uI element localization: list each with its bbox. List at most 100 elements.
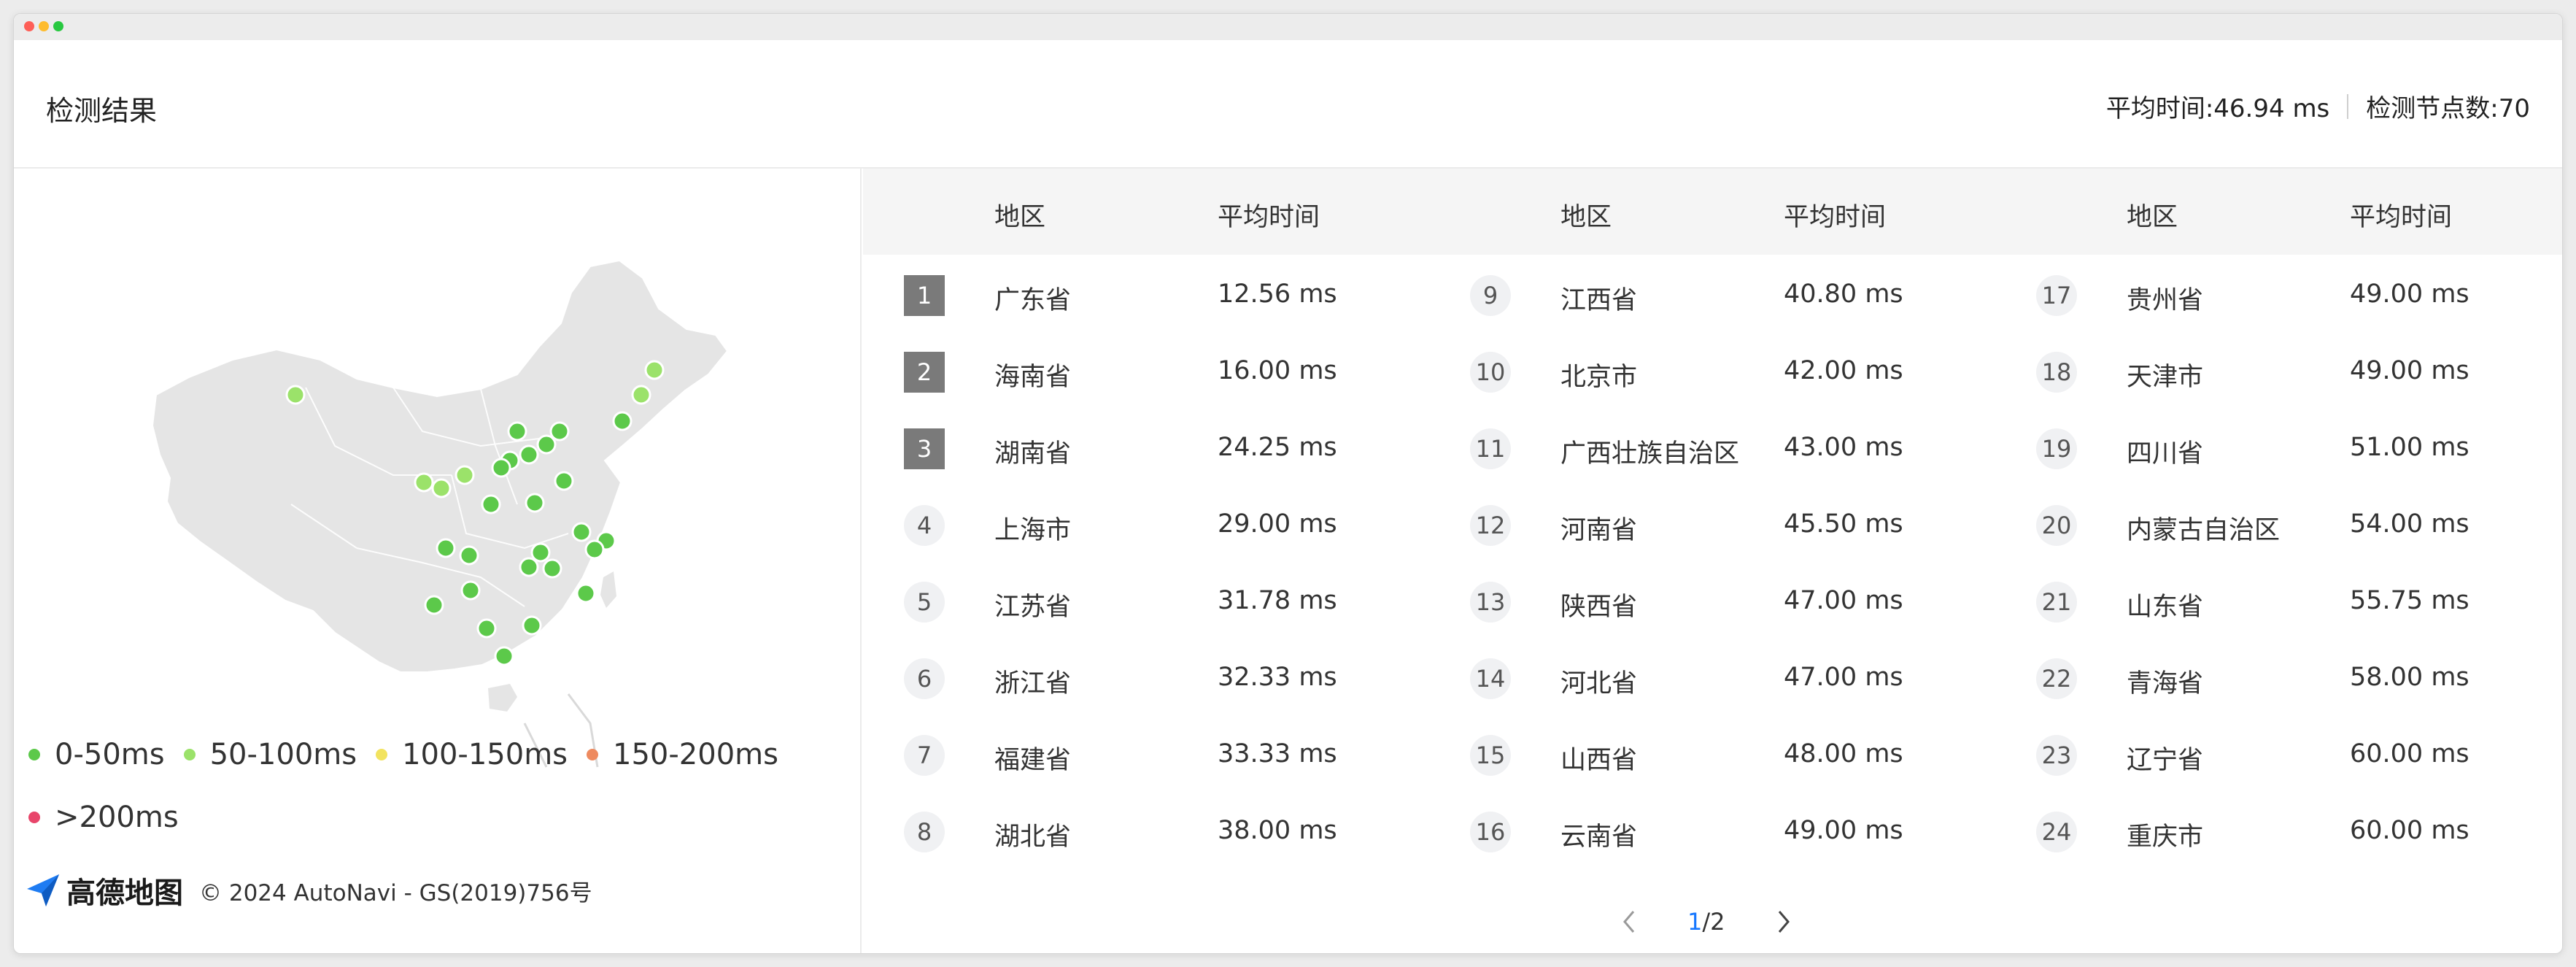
latency-point[interactable] bbox=[549, 421, 570, 442]
average-time: 12.56 ms bbox=[1218, 280, 1337, 309]
rank-badge: 12 bbox=[1470, 505, 1511, 546]
table-row: 21 山东省 55.75 ms bbox=[2036, 561, 2561, 638]
latency-point[interactable] bbox=[460, 580, 481, 601]
latency-point[interactable] bbox=[285, 385, 306, 405]
average-time-stat: 平均时间:46.94 ms bbox=[2105, 94, 2330, 123]
latency-point[interactable] bbox=[576, 583, 596, 604]
average-time: 48.00 ms bbox=[1784, 739, 1903, 768]
table-row: 14 河北省 47.00 ms bbox=[1470, 638, 1995, 714]
latency-point[interactable] bbox=[491, 458, 511, 478]
next-page-button[interactable] bbox=[1769, 907, 1798, 936]
region-name: 贵州省 bbox=[2127, 286, 2204, 315]
average-time: 58.00 ms bbox=[2350, 663, 2469, 692]
legend-dot-orange bbox=[587, 749, 599, 760]
legend-item-100-150[interactable]: 100-150ms bbox=[376, 738, 568, 771]
column-header-average-time: 平均时间 bbox=[1784, 203, 1887, 232]
table-row: 6 浙江省 32.33 ms bbox=[904, 638, 1429, 714]
legend-item-0-50[interactable]: 0-50ms bbox=[28, 738, 165, 771]
result-header: 检测结果 平均时间:46.94 ms 检测节点数:70 bbox=[14, 40, 2562, 169]
table-row: 9 江西省 40.80 ms bbox=[1470, 255, 1995, 331]
rank-badge: 14 bbox=[1470, 658, 1511, 699]
average-time: 24.25 ms bbox=[1218, 433, 1337, 462]
latency-point[interactable] bbox=[424, 595, 444, 615]
average-time: 49.00 ms bbox=[2350, 356, 2469, 385]
rank-badge: 23 bbox=[2036, 735, 2077, 776]
minimize-window-button[interactable] bbox=[39, 21, 49, 31]
close-window-button[interactable] bbox=[24, 21, 34, 31]
previous-page-button[interactable] bbox=[1614, 907, 1644, 936]
latency-point[interactable] bbox=[522, 615, 542, 636]
china-latency-map[interactable] bbox=[14, 169, 862, 825]
rank-badge: 2 bbox=[904, 352, 945, 393]
table-row: 18 天津市 49.00 ms bbox=[2036, 331, 2561, 408]
region-name: 江苏省 bbox=[994, 593, 1072, 622]
hainan-island bbox=[488, 684, 517, 712]
latency-point[interactable] bbox=[612, 411, 633, 431]
legend-item-200-plus[interactable]: >200ms bbox=[28, 801, 179, 834]
region-name: 陕西省 bbox=[1560, 593, 1638, 622]
latency-point[interactable] bbox=[431, 478, 452, 498]
average-time: 49.00 ms bbox=[2350, 280, 2469, 309]
latency-point[interactable] bbox=[525, 493, 545, 513]
latency-point[interactable] bbox=[481, 494, 501, 515]
amap-logo-text: 高德地图 bbox=[66, 877, 183, 910]
rank-badge: 16 bbox=[1470, 812, 1511, 852]
table-row: 11 广西壮族自治区 43.00 ms bbox=[1470, 408, 1995, 485]
rank-badge: 11 bbox=[1470, 428, 1511, 469]
latency-point[interactable] bbox=[542, 558, 562, 579]
table-row: 4 上海市 29.00 ms bbox=[904, 485, 1429, 561]
chevron-right-icon bbox=[1778, 911, 1790, 933]
total-pages: /2 bbox=[1702, 908, 1725, 936]
region-name: 北京市 bbox=[1560, 363, 1638, 392]
region-name: 湖南省 bbox=[994, 439, 1072, 469]
latency-point[interactable] bbox=[519, 444, 539, 465]
column-header-average-time: 平均时间 bbox=[2350, 203, 2453, 232]
latency-point[interactable] bbox=[436, 538, 456, 558]
region-name: 江西省 bbox=[1560, 286, 1638, 315]
table-row: 2 海南省 16.00 ms bbox=[904, 331, 1429, 408]
legend-label: 0-50ms bbox=[55, 738, 165, 771]
legend-dot-green bbox=[28, 749, 40, 760]
rank-badge: 4 bbox=[904, 505, 945, 546]
latency-point[interactable] bbox=[414, 472, 434, 493]
latency-point[interactable] bbox=[584, 539, 605, 560]
region-name: 四川省 bbox=[2127, 439, 2204, 469]
column-header-region: 地区 bbox=[2127, 203, 2178, 232]
latency-point[interactable] bbox=[476, 618, 497, 639]
average-time: 47.00 ms bbox=[1784, 586, 1903, 615]
latency-point[interactable] bbox=[530, 542, 551, 563]
legend-item-50-100[interactable]: 50-100ms bbox=[183, 738, 357, 771]
rank-badge: 20 bbox=[2036, 505, 2077, 546]
latency-point[interactable] bbox=[536, 434, 557, 455]
table-row: 12 河南省 45.50 ms bbox=[1470, 485, 1995, 561]
latency-point[interactable] bbox=[554, 471, 574, 491]
maximize-window-button[interactable] bbox=[53, 21, 63, 31]
amap-logo[interactable]: 高德地图 bbox=[24, 869, 183, 912]
latency-point[interactable] bbox=[631, 385, 651, 405]
region-name: 河南省 bbox=[1560, 516, 1638, 545]
ranking-table: 地区 平均时间 地区 平均时间 地区 平均时间 1 广东省 12.56 ms 2 海南省… bbox=[863, 169, 2562, 953]
latency-point[interactable] bbox=[644, 360, 665, 380]
column-header-region: 地区 bbox=[994, 203, 1046, 232]
rank-badge: 21 bbox=[2036, 582, 2077, 623]
table-row: 16 云南省 49.00 ms bbox=[1470, 791, 1995, 868]
rank-badge: 9 bbox=[1470, 275, 1511, 316]
latency-point[interactable] bbox=[507, 421, 527, 442]
current-page: 1 bbox=[1687, 908, 1703, 936]
latency-point[interactable] bbox=[459, 545, 479, 566]
node-count-stat: 检测节点数:70 bbox=[2366, 94, 2530, 123]
latency-point[interactable] bbox=[455, 465, 475, 485]
latency-point[interactable] bbox=[571, 522, 592, 542]
page-indicator: 1/2 bbox=[1687, 908, 1725, 936]
legend-item-150-200[interactable]: 150-200ms bbox=[587, 738, 778, 771]
average-time: 33.33 ms bbox=[1218, 739, 1337, 768]
region-name: 海南省 bbox=[994, 363, 1072, 392]
average-time: 55.75 ms bbox=[2350, 586, 2469, 615]
latency-point[interactable] bbox=[494, 646, 514, 666]
latency-point[interactable] bbox=[519, 557, 539, 577]
amap-arrow-icon bbox=[27, 874, 59, 906]
average-time: 60.00 ms bbox=[2350, 816, 2469, 845]
stat-divider bbox=[2347, 93, 2349, 119]
table-row: 7 福建省 33.33 ms bbox=[904, 714, 1429, 791]
legend-dot-yellow bbox=[376, 749, 388, 760]
